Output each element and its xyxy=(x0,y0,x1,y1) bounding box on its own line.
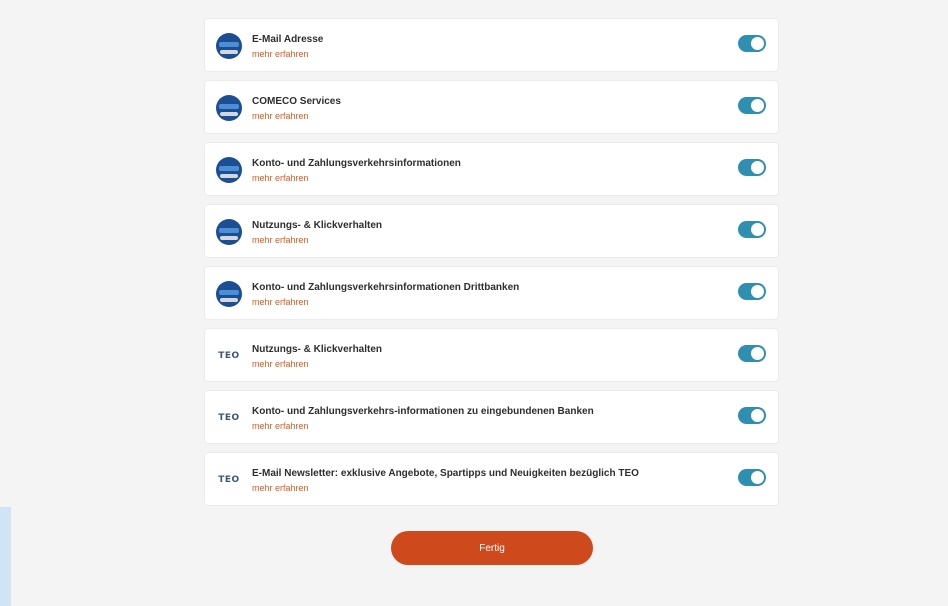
consent-row-account-payment-info: Konto- und Zahlungsverkehrsinformationen… xyxy=(204,142,779,196)
consent-row-third-party-bank-info: Konto- und Zahlungsverkehrsinformationen… xyxy=(204,266,779,320)
consent-title: E-Mail Newsletter: exklusive Angebote, S… xyxy=(252,468,639,479)
consent-toggle-comeco-services[interactable] xyxy=(738,97,766,114)
consent-toggle-usage-click-behavior[interactable] xyxy=(738,221,766,238)
consent-title: Konto- und Zahlungsverkehrsinformationen xyxy=(252,158,461,169)
consent-toggle-teo-newsletter[interactable] xyxy=(738,469,766,486)
learn-more-link[interactable]: mehr erfahren xyxy=(252,297,708,308)
bank-logo-icon xyxy=(216,33,242,59)
learn-more-link[interactable]: mehr erfahren xyxy=(252,483,708,494)
consent-list: E-Mail Adresse mehr erfahren COMECO Serv… xyxy=(204,18,779,514)
consent-title: Konto- und Zahlungsverkehrsinformationen… xyxy=(252,282,520,293)
learn-more-link[interactable]: mehr erfahren xyxy=(252,49,708,60)
consent-title: Nutzungs- & Klickverhalten xyxy=(252,344,383,355)
consent-toggle-teo-linked-banks-info[interactable] xyxy=(738,407,766,424)
teo-logo-icon: TEO xyxy=(218,475,240,485)
toggle-knob xyxy=(751,409,764,422)
learn-more-link[interactable]: mehr erfahren xyxy=(252,359,708,370)
consent-row-teo-linked-banks-info: TEO Konto- und Zahlungsverkehrs-informat… xyxy=(204,390,779,444)
consent-toggle-third-party-bank-info[interactable] xyxy=(738,283,766,300)
left-edge-strip xyxy=(0,507,11,606)
toggle-knob xyxy=(751,285,764,298)
consent-toggle-email-address[interactable] xyxy=(738,35,766,52)
teo-logo-icon: TEO xyxy=(218,413,240,423)
learn-more-link[interactable]: mehr erfahren xyxy=(252,235,708,246)
consent-toggle-account-payment-info[interactable] xyxy=(738,159,766,176)
toggle-knob xyxy=(751,471,764,484)
teo-logo-icon: TEO xyxy=(218,351,240,361)
consent-title: COMECO Services xyxy=(252,96,341,107)
toggle-knob xyxy=(751,99,764,112)
toggle-knob xyxy=(751,223,764,236)
consent-title: Nutzungs- & Klickverhalten xyxy=(252,220,383,231)
learn-more-link[interactable]: mehr erfahren xyxy=(252,421,708,432)
consent-row-teo-newsletter: TEO E-Mail Newsletter: exklusive Angebot… xyxy=(204,452,779,506)
consent-row-usage-click-behavior: Nutzungs- & Klickverhalten mehr erfahren xyxy=(204,204,779,258)
learn-more-link[interactable]: mehr erfahren xyxy=(252,173,708,184)
consent-row-teo-usage-click-behavior: TEO Nutzungs- & Klickverhalten mehr erfa… xyxy=(204,328,779,382)
bank-logo-icon xyxy=(216,281,242,307)
bank-logo-icon xyxy=(216,219,242,245)
bank-logo-icon xyxy=(216,157,242,183)
toggle-knob xyxy=(751,161,764,174)
bank-logo-icon xyxy=(216,95,242,121)
consent-row-email-address: E-Mail Adresse mehr erfahren xyxy=(204,18,779,72)
consent-row-comeco-services: COMECO Services mehr erfahren xyxy=(204,80,779,134)
done-button[interactable]: Fertig xyxy=(391,531,593,565)
consent-toggle-teo-usage-click-behavior[interactable] xyxy=(738,345,766,362)
consent-title: E-Mail Adresse xyxy=(252,34,324,45)
consent-title: Konto- und Zahlungsverkehrs-informatione… xyxy=(252,406,594,417)
toggle-knob xyxy=(751,347,764,360)
toggle-knob xyxy=(751,37,764,50)
learn-more-link[interactable]: mehr erfahren xyxy=(252,111,708,122)
